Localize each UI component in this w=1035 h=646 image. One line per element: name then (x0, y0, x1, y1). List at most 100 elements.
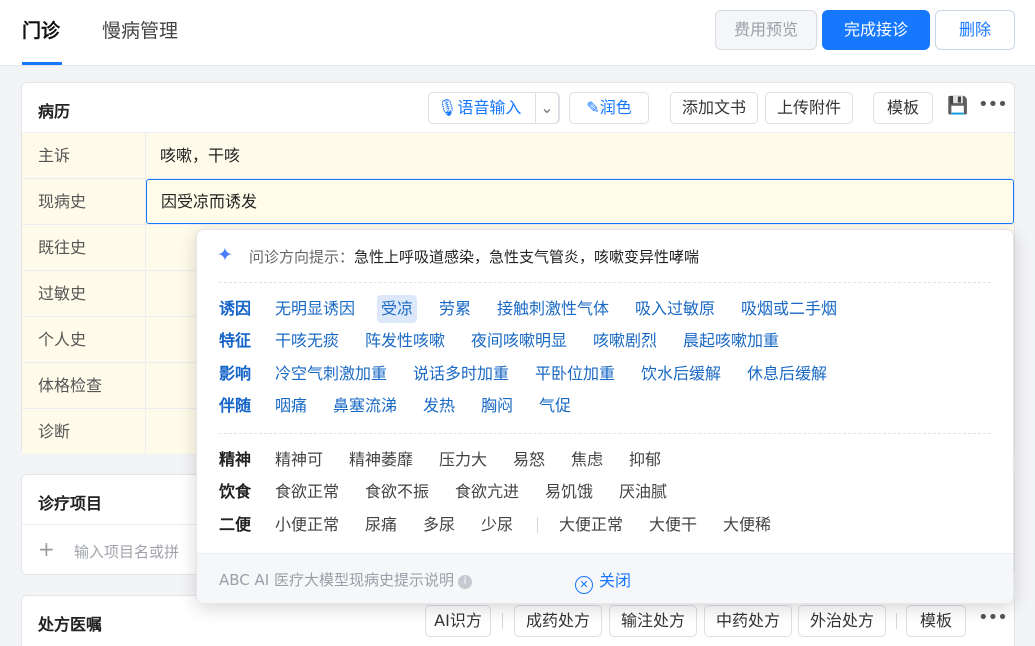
present-illness-field[interactable]: 因受凉而诱发 (146, 179, 1014, 224)
suggestion-chip[interactable]: 多尿 (419, 511, 459, 539)
popup-footer: ABC AI 医疗大模型现病史提示说明 i ✕ 关闭 (197, 553, 1013, 603)
suggestion-chip[interactable]: 夜间咳嗽明显 (467, 327, 571, 355)
suggestion-chip[interactable]: 食欲正常 (271, 478, 343, 506)
herbal-button[interactable]: 中药处方 (704, 605, 792, 637)
record-title: 病历 (38, 102, 71, 121)
suggestion-group-label: 二便 (219, 515, 252, 534)
suggestion-chip[interactable]: 鼻塞流涕 (329, 392, 401, 420)
suggestion-chip[interactable]: 阵发性咳嗽 (361, 327, 449, 355)
wand-icon: ✎ (586, 98, 600, 117)
suggestion-chip[interactable]: 干咳无痰 (271, 327, 343, 355)
suggestion-group: 饮食 食欲正常 食欲不振 食欲亢进 易饥饿 厌油腻 (219, 478, 999, 506)
delete-button[interactable]: 删除 (935, 10, 1015, 50)
top-bar: 门诊 慢病管理 费用预览 完成接诊 删除 (0, 0, 1035, 66)
patent-medicine-button[interactable]: 成药处方 (514, 605, 602, 637)
suggestion-group-label: 诱因 (219, 299, 252, 318)
close-popup-button[interactable]: ✕ 关闭 (575, 567, 631, 594)
suggestion-group-label: 特征 (219, 331, 252, 350)
upload-attachment-button[interactable]: 上传附件 (765, 92, 853, 124)
polish-label: 润色 (599, 98, 632, 117)
divider (537, 517, 538, 533)
suggestion-chip[interactable]: 平卧位加重 (531, 360, 619, 388)
row-label: 个人史 (22, 317, 146, 362)
rx-title: 处方医嘱 (38, 615, 103, 634)
ai-explanation-link[interactable]: ABC AI 医疗大模型现病史提示说明 i (219, 569, 472, 590)
suggestion-chip[interactable]: 吸烟或二手烟 (737, 295, 841, 323)
suggestion-group: 伴随 咽痛 鼻塞流涕 发热 胸闷 气促 (219, 392, 999, 420)
suggestion-chip[interactable]: 食欲不振 (361, 478, 433, 506)
hint-text: 急性上呼吸道感染，急性支气管炎，咳嗽变异性哮喘 (354, 248, 700, 266)
divider (896, 613, 897, 629)
suggestion-chip[interactable]: 大便稀 (719, 511, 775, 539)
sparkle-icon: ✦ (217, 244, 233, 266)
suggestion-chip[interactable]: 受凉 (377, 295, 418, 323)
footer-note-text: ABC AI 医疗大模型现病史提示说明 (219, 571, 454, 589)
suggestion-chip[interactable]: 精神萎靡 (345, 446, 417, 474)
add-document-button[interactable]: 添加文书 (670, 92, 758, 124)
suggestion-chip[interactable]: 尿痛 (361, 511, 401, 539)
suggestion-chip[interactable]: 劳累 (435, 295, 475, 323)
save-icon[interactable]: 💾 (947, 96, 968, 116)
suggestion-chip[interactable]: 少尿 (477, 511, 517, 539)
suggestion-chip[interactable]: 大便干 (645, 511, 701, 539)
suggestion-chip[interactable]: 压力大 (435, 446, 491, 474)
record-template-button[interactable]: 模板 (873, 92, 933, 124)
suggestion-chip[interactable]: 易饥饿 (541, 478, 597, 506)
tab-chronic-management[interactable]: 慢病管理 (102, 16, 178, 46)
chevron-down-icon: ⌄ (540, 98, 554, 117)
suggestion-chip[interactable]: 焦虑 (567, 446, 607, 474)
suggestion-chip[interactable]: 咳嗽剧烈 (589, 327, 661, 355)
item-search-input[interactable]: 输入项目名或拼 (74, 541, 179, 562)
row-label: 现病史 (22, 179, 146, 224)
suggestion-group: 特征 干咳无痰 阵发性咳嗽 夜间咳嗽明显 咳嗽剧烈 晨起咳嗽加重 (219, 327, 999, 355)
suggestion-group: 二便 小便正常 尿痛 多尿 少尿 大便正常 大便干 大便稀 (219, 511, 999, 539)
suggestion-chip[interactable]: 休息后缓解 (743, 360, 831, 388)
suggestion-group: 影响 冷空气刺激加重 说话多时加重 平卧位加重 饮水后缓解 休息后缓解 (219, 360, 999, 388)
tab-outpatient[interactable]: 门诊 (22, 16, 60, 46)
ai-suggestion-popup: ✦ 问诊方向提示：急性上呼吸道感染，急性支气管炎，咳嗽变异性哮喘 诱因 无明显诱因… (196, 229, 1014, 604)
suggestion-chip[interactable]: 精神可 (271, 446, 327, 474)
row-label: 体格检查 (22, 363, 146, 408)
polish-button[interactable]: ✎润色 (569, 92, 649, 124)
suggestion-chip[interactable]: 饮水后缓解 (637, 360, 725, 388)
infusion-button[interactable]: 输注处方 (609, 605, 697, 637)
external-treatment-button[interactable]: 外治处方 (798, 605, 886, 637)
rx-template-button[interactable]: 模板 (906, 605, 966, 637)
suggestion-chip[interactable]: 接触刺激性气体 (493, 295, 613, 323)
voice-input-label: 语音输入 (457, 98, 522, 117)
active-tab-indicator (22, 62, 62, 65)
voice-dropdown-toggle[interactable]: ⌄ (535, 92, 559, 124)
complete-visit-button[interactable]: 完成接诊 (822, 10, 930, 50)
suggestion-chip[interactable]: 厌油腻 (615, 478, 671, 506)
suggestion-chip[interactable]: 易怒 (509, 446, 549, 474)
record-row-present-illness: 现病史 因受凉而诱发 (22, 178, 1014, 224)
suggestion-chip[interactable]: 说话多时加重 (409, 360, 513, 388)
row-label: 既往史 (22, 225, 146, 270)
divider (219, 282, 991, 283)
suggestion-group-label: 影响 (219, 364, 252, 383)
ai-prescription-button[interactable]: AI识方 (425, 605, 491, 637)
fee-preview-button[interactable]: 费用预览 (715, 10, 817, 50)
more-icon[interactable]: ••• (978, 94, 1008, 115)
divider (502, 613, 503, 629)
suggestion-group-label: 精神 (219, 450, 252, 469)
suggestion-chip[interactable]: 小便正常 (271, 511, 343, 539)
suggestion-group: 精神 精神可 精神萎靡 压力大 易怒 焦虑 抑郁 (219, 446, 999, 474)
suggestion-chip[interactable]: 抑郁 (625, 446, 665, 474)
suggestion-chip[interactable]: 吸入过敏原 (631, 295, 719, 323)
suggestion-chip[interactable]: 食欲亢进 (451, 478, 523, 506)
suggestion-chip[interactable]: 冷空气刺激加重 (271, 360, 391, 388)
suggestion-chip[interactable]: 无明显诱因 (271, 295, 359, 323)
suggestion-chip[interactable]: 发热 (419, 392, 459, 420)
suggestion-chip[interactable]: 气促 (535, 392, 575, 420)
suggestion-group: 诱因 无明显诱因 受凉 劳累 接触刺激性气体 吸入过敏原 吸烟或二手烟 (219, 295, 999, 323)
more-icon[interactable]: ••• (978, 607, 1008, 628)
plus-icon: + (38, 537, 55, 561)
suggestion-chip[interactable]: 胸闷 (477, 392, 517, 420)
record-row-chief-complaint: 主诉 咳嗽，干咳 (22, 132, 1014, 178)
suggestion-group-label: 伴随 (219, 396, 252, 415)
suggestion-chip[interactable]: 大便正常 (555, 511, 627, 539)
chief-complaint-field[interactable]: 咳嗽，干咳 (146, 133, 1014, 178)
suggestion-chip[interactable]: 晨起咳嗽加重 (679, 327, 783, 355)
suggestion-chip[interactable]: 咽痛 (271, 392, 311, 420)
